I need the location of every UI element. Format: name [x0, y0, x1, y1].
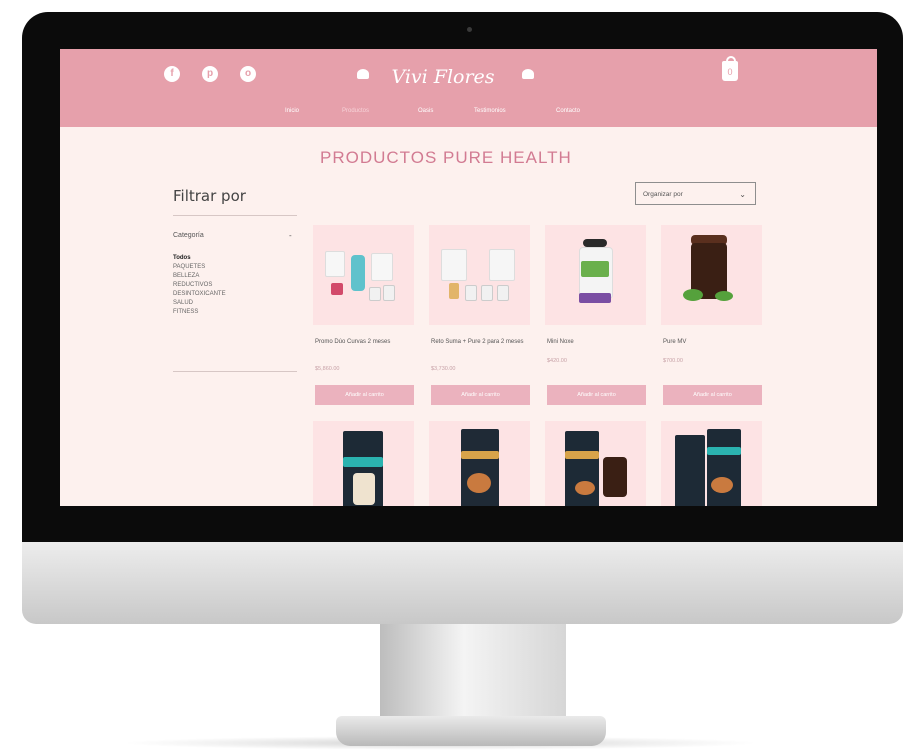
product-price: $700.00 — [663, 358, 683, 364]
nav-contacto[interactable]: Contacto — [556, 108, 580, 114]
product-name[interactable]: Mini Noxe — [547, 338, 642, 347]
site-logo[interactable]: Vivi Flores — [348, 63, 538, 91]
product-price: $3,730.00 — [431, 366, 456, 372]
pinterest-icon[interactable]: p — [202, 66, 218, 82]
site-header: f p o Vivi Flores 0 Inicio Productos Oas… — [60, 49, 877, 127]
website-screen: f p o Vivi Flores 0 Inicio Productos Oas… — [60, 49, 877, 506]
add-to-cart-button[interactable]: Añadir al carrito — [315, 385, 414, 405]
filter-title: Filtrar por — [173, 187, 246, 205]
monitor-stand-base — [336, 716, 606, 746]
category-salud[interactable]: SALUD — [173, 300, 193, 306]
divider — [173, 215, 297, 216]
product-price: $5,860.00 — [315, 366, 340, 372]
nav-oasis[interactable]: Oasis — [418, 108, 433, 114]
add-to-cart-button[interactable]: Añadir al carrito — [431, 385, 530, 405]
category-paquetes[interactable]: PAQUETES — [173, 264, 205, 270]
category-label[interactable]: Categoría — [173, 232, 204, 239]
product-image[interactable] — [661, 225, 762, 325]
add-to-cart-button[interactable]: Añadir al carrito — [663, 385, 762, 405]
chevron-down-icon: ⌄ — [739, 190, 746, 199]
camera-dot — [467, 27, 472, 32]
divider — [173, 371, 297, 372]
category-todos[interactable]: Todos — [173, 255, 191, 261]
product-image[interactable] — [661, 421, 762, 506]
product-image[interactable] — [545, 225, 646, 325]
sort-dropdown[interactable]: Organizar por ⌄ — [635, 182, 756, 205]
product-name[interactable]: Pure MV — [663, 338, 758, 347]
category-fitness[interactable]: FITNESS — [173, 309, 198, 315]
monitor-chin — [22, 542, 903, 624]
product-image[interactable] — [429, 225, 530, 325]
category-desintoxicante[interactable]: DESINTOXICANTE — [173, 291, 226, 297]
nav-testimonios[interactable]: Testimonios — [474, 108, 506, 114]
nav-productos[interactable]: Productos — [342, 108, 369, 114]
product-name[interactable]: Promo Dúo Curvas 2 meses — [315, 338, 410, 347]
cart-icon[interactable]: 0 — [722, 56, 738, 81]
product-name[interactable]: Reto Suma + Pure 2 para 2 meses — [431, 338, 526, 347]
product-image[interactable] — [313, 421, 414, 506]
product-image[interactable] — [545, 421, 646, 506]
flower-icon — [522, 69, 534, 79]
facebook-icon[interactable]: f — [164, 66, 180, 82]
collapse-icon[interactable]: - — [289, 231, 292, 240]
nav-inicio[interactable]: Inicio — [285, 108, 299, 114]
category-belleza[interactable]: BELLEZA — [173, 273, 199, 279]
sort-label: Organizar por — [643, 191, 683, 198]
category-reductivos[interactable]: REDUCTIVOS — [173, 282, 212, 288]
product-image[interactable] — [313, 225, 414, 325]
product-image[interactable] — [429, 421, 530, 506]
product-price: $420.00 — [547, 358, 567, 364]
monitor-stand-neck — [380, 624, 566, 729]
page-title: PRODUCTOS PURE HEALTH — [320, 148, 572, 167]
instagram-icon[interactable]: o — [240, 66, 256, 82]
add-to-cart-button[interactable]: Añadir al carrito — [547, 385, 646, 405]
